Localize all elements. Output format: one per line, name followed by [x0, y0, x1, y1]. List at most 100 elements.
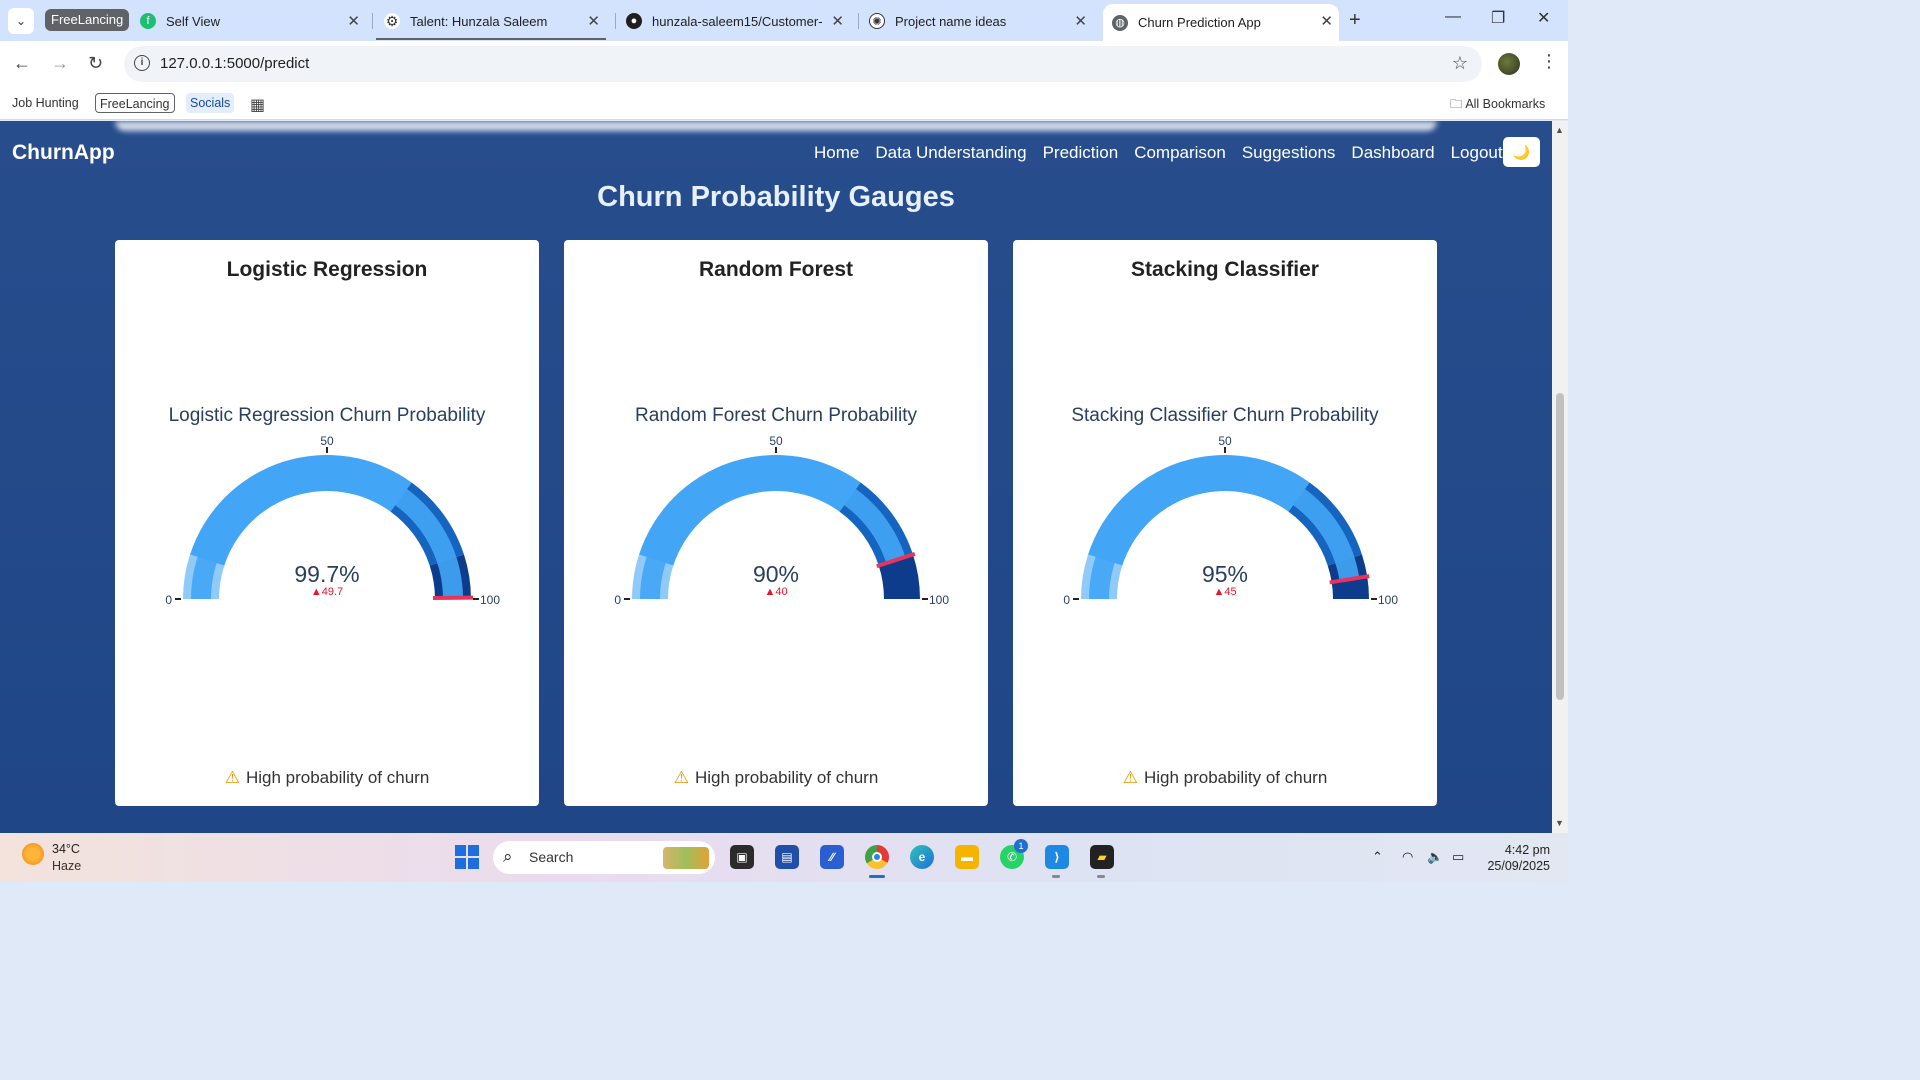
nav-data-understanding[interactable]: Data Understanding: [875, 143, 1026, 163]
gauge-delta: ▲40: [764, 586, 787, 598]
scroll-up-arrow-icon[interactable]: ▲: [1555, 125, 1564, 135]
top-glow: [115, 121, 1437, 131]
browser-toolbar: ← → ↻ i 127.0.0.1:5000/predict ☆ ⋮: [0, 41, 1568, 88]
bookmark-freelancing[interactable]: FreeLancing: [95, 93, 175, 113]
battery-icon[interactable]: ▭: [1452, 849, 1464, 865]
notification-badge: 1: [1014, 839, 1028, 853]
close-icon[interactable]: ✕: [1320, 12, 1333, 30]
taskbar-clock[interactable]: 4:42 pm 25/09/2025: [1480, 842, 1550, 874]
minimize-icon[interactable]: —: [1445, 8, 1461, 26]
github-icon: ●: [626, 13, 642, 29]
page-content: ChurnApp Home Data Understanding Predict…: [0, 121, 1552, 833]
gauge-chart: 50 0 100 95% ▲45: [1063, 434, 1398, 607]
weather-sun-icon[interactable]: [22, 843, 44, 865]
weather-description[interactable]: Haze: [52, 859, 81, 873]
tab-separator: [858, 13, 859, 29]
all-bookmarks[interactable]: 🗀 All Bookmarks: [1450, 95, 1545, 116]
window-close-icon[interactable]: ✕: [1537, 8, 1550, 28]
scroll-down-arrow-icon[interactable]: ▼: [1555, 818, 1564, 828]
tab-self-view[interactable]: f Self View ✕: [140, 6, 366, 36]
windows-taskbar: 34°C Haze ⌕ Search ▣ ▤ ∕∕ e ▬ ✆ 1 ⟩ ▰ ⌃ …: [0, 833, 1568, 882]
gauge-value: 95%: [1202, 561, 1248, 587]
globe-icon: ◍: [1112, 14, 1128, 31]
tick-label-100: 100: [1378, 593, 1398, 607]
tab-churn-prediction-app[interactable]: ◍ Churn Prediction App ✕: [1103, 4, 1339, 41]
volume-icon[interactable]: 🔈: [1427, 849, 1443, 865]
tick-label-0: 0: [614, 593, 621, 607]
card-title: Random Forest: [698, 258, 853, 281]
address-bar[interactable]: i 127.0.0.1:5000/predict ☆: [124, 46, 1482, 82]
nav-prediction[interactable]: Prediction: [1043, 143, 1119, 163]
warning-icon: ⚠: [673, 768, 689, 787]
close-icon[interactable]: ✕: [831, 12, 844, 30]
taskbar-search-box[interactable]: ⌕ Search: [493, 841, 715, 874]
clock-date: 25/09/2025: [1487, 859, 1550, 873]
vscode-running-indicator: [1052, 875, 1060, 878]
gauge-card-random-forest: Random Forest Random Forest Churn Probab…: [564, 240, 988, 806]
nav-comparison[interactable]: Comparison: [1134, 143, 1226, 163]
gauge-value: 99.7%: [294, 561, 359, 587]
back-arrow-icon[interactable]: ←: [13, 53, 31, 74]
card-title: Stacking Classifier: [1131, 258, 1319, 281]
bookmark-job-hunting[interactable]: Job Hunting: [8, 93, 83, 113]
close-icon[interactable]: ✕: [587, 12, 600, 30]
nav-dashboard[interactable]: Dashboard: [1351, 143, 1434, 163]
nav-suggestions[interactable]: Suggestions: [1242, 143, 1336, 163]
page-title: Churn Probability Gauges: [597, 181, 955, 213]
card-title: Logistic Regression: [226, 258, 428, 281]
new-tab-plus-icon[interactable]: +: [1349, 9, 1361, 32]
sticky-notes-icon[interactable]: ▰: [1090, 845, 1114, 869]
close-icon[interactable]: ✕: [1074, 12, 1087, 30]
reload-icon[interactable]: ↻: [88, 53, 103, 74]
gauge-chart: 50 0 100 90% ▲40: [614, 434, 949, 607]
nav-home[interactable]: Home: [814, 143, 859, 163]
edge-icon[interactable]: e: [910, 845, 934, 869]
app-icon[interactable]: ∕∕: [820, 845, 844, 869]
file-explorer-icon[interactable]: ▬: [955, 845, 979, 869]
tab-talent[interactable]: ⚙ Talent: Hunzala Saleem ✕: [384, 6, 606, 36]
weather-temperature[interactable]: 34°C: [52, 842, 80, 856]
churn-warning: ⚠ High probability of churn: [1122, 768, 1328, 787]
wifi-icon[interactable]: ◠: [1402, 849, 1413, 865]
churn-warning: ⚠ High probability of churn: [224, 768, 430, 787]
tab-separator: [615, 13, 616, 29]
profile-avatar[interactable]: [1498, 53, 1520, 75]
tab-search-chevron-icon[interactable]: ⌄: [8, 8, 34, 34]
tab-github[interactable]: ● hunzala-saleem15/Customer-R ✕: [626, 6, 850, 36]
chrome-active-indicator: [869, 875, 885, 878]
app-brand[interactable]: ChurnApp: [12, 141, 115, 165]
bookmark-socials[interactable]: Socials: [186, 93, 235, 113]
restore-icon[interactable]: ❐: [1491, 8, 1505, 28]
chrome-icon[interactable]: [865, 845, 889, 869]
nav-logout[interactable]: Logout: [1451, 143, 1503, 163]
task-view-icon[interactable]: ▣: [730, 845, 754, 869]
theme-toggle-button[interactable]: 🌙: [1503, 137, 1540, 167]
churn-warning: ⚠ High probability of churn: [673, 768, 879, 787]
browser-menu-icon[interactable]: ⋮: [1540, 51, 1558, 72]
gear-icon: ⚙: [384, 12, 400, 29]
page-scrollbar[interactable]: ▲ ▼: [1552, 121, 1568, 833]
bookmarks-bar: Job Hunting FreeLancing Socials ▦ 🗀 All …: [0, 88, 1568, 120]
sticky-notes-running-indicator: [1097, 875, 1105, 878]
gauge-chart: 50 0 100 99.7% ▲49.7: [165, 434, 500, 607]
close-icon[interactable]: ✕: [347, 12, 360, 30]
scroll-thumb[interactable]: [1556, 393, 1564, 700]
tab-group-chip[interactable]: FreeLancing: [45, 9, 130, 31]
store-icon[interactable]: ▤: [775, 845, 799, 869]
fiverr-icon: f: [140, 13, 156, 29]
windows-start-icon[interactable]: [455, 845, 479, 869]
forward-arrow-icon[interactable]: →: [51, 53, 69, 74]
search-icon: ⌕: [503, 847, 513, 866]
moon-icon: 🌙: [1512, 143, 1531, 160]
bookmark-star-icon[interactable]: ☆: [1452, 53, 1468, 74]
clock-time: 4:42 pm: [1504, 843, 1550, 857]
tab-group-underline: [376, 38, 606, 40]
apps-grid-icon[interactable]: ▦: [250, 95, 265, 115]
show-hidden-icons-chevron-icon[interactable]: ⌃: [1372, 849, 1383, 865]
vscode-icon[interactable]: ⟩: [1045, 845, 1069, 869]
tab-project-name-ideas[interactable]: ✺ Project name ideas ✕: [869, 6, 1093, 36]
gauge-title: Logistic Regression Churn Probability: [168, 405, 486, 426]
url-text[interactable]: 127.0.0.1:5000/predict: [160, 55, 309, 72]
tick-label-100: 100: [929, 593, 949, 607]
site-info-icon[interactable]: i: [134, 55, 150, 71]
